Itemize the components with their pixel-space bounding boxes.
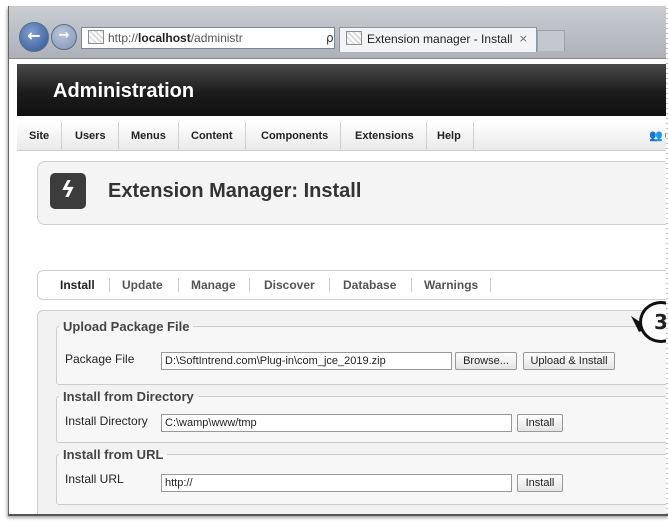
- callout-pointer: [631, 316, 649, 332]
- screenshot-frame: ← → http://localhost/administr ρ ▾ 🗎 ↻ ✕…: [8, 6, 668, 516]
